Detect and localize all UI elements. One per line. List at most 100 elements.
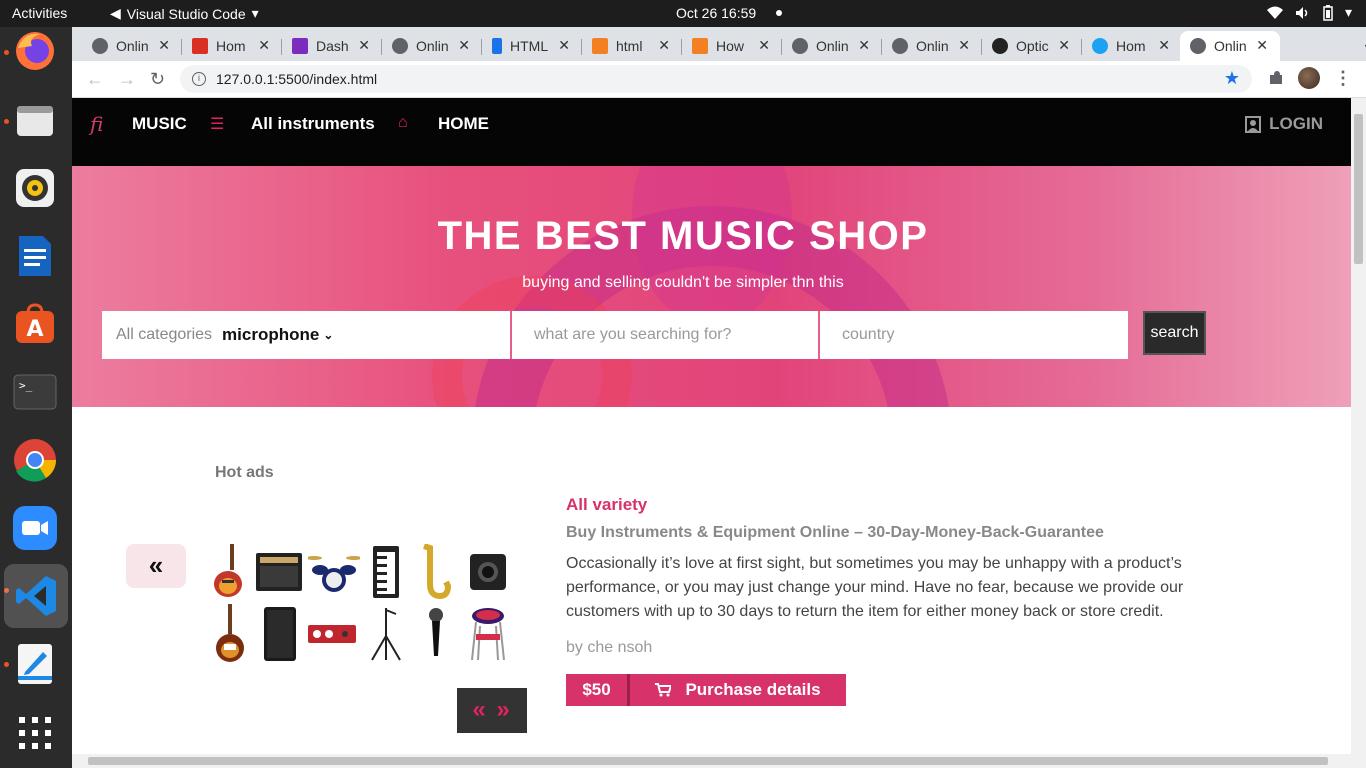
speaker-image bbox=[258, 606, 302, 662]
carousel-prev-button[interactable]: « bbox=[126, 544, 186, 588]
audio-interface-image bbox=[306, 606, 358, 662]
battery-icon bbox=[1323, 4, 1333, 21]
more-menu-icon[interactable]: ⋮ bbox=[1334, 68, 1352, 89]
scrollbar-thumb[interactable] bbox=[1354, 114, 1363, 264]
tab-title: Hom bbox=[1116, 38, 1146, 54]
close-tab-icon[interactable]: ✕ bbox=[958, 37, 970, 54]
close-tab-icon[interactable]: ✕ bbox=[1256, 37, 1268, 54]
forward-arrow-icon[interactable]: → bbox=[118, 69, 136, 90]
svg-text:>_: >_ bbox=[19, 379, 33, 392]
close-tab-icon[interactable]: ✕ bbox=[658, 37, 670, 54]
login-link[interactable]: LOGIN bbox=[1245, 114, 1323, 134]
browser-tab[interactable]: Optic ✕ bbox=[982, 31, 1082, 61]
tab-title: Onlin bbox=[1214, 38, 1247, 54]
country-input[interactable]: country bbox=[820, 311, 1128, 359]
app-grid-icon[interactable] bbox=[11, 709, 59, 757]
browser-tab[interactable]: Onlin ✕ bbox=[882, 31, 982, 61]
reload-icon[interactable]: ↻ bbox=[150, 69, 165, 90]
site-logo[interactable]: fi bbox=[90, 112, 103, 136]
zoom-icon[interactable] bbox=[11, 504, 59, 552]
close-tab-icon[interactable]: ✕ bbox=[558, 37, 570, 54]
profile-avatar[interactable] bbox=[1298, 67, 1320, 89]
home-icon: ⌂ bbox=[398, 114, 408, 131]
writer-icon[interactable] bbox=[11, 232, 59, 280]
browser-tab[interactable]: Hom ✕ bbox=[182, 31, 282, 61]
text-editor-icon[interactable] bbox=[11, 640, 59, 688]
browser-tab[interactable]: Onlin ✕ bbox=[782, 31, 882, 61]
globe-icon bbox=[1190, 38, 1206, 54]
tab-title: Dash bbox=[316, 38, 349, 54]
close-tab-icon[interactable]: ✕ bbox=[158, 37, 170, 54]
app-menu[interactable]: ◀ Visual Studio Code ▾ bbox=[110, 5, 259, 22]
vscode-icon[interactable] bbox=[4, 564, 68, 628]
site-navbar: fi MUSIC ☰ All instruments ⌂ HOME LOGIN bbox=[72, 98, 1351, 166]
rhythmbox-icon[interactable] bbox=[11, 164, 59, 212]
address-bar[interactable]: i 127.0.0.1:5500/index.html ★ bbox=[180, 65, 1252, 93]
nav-instruments-link[interactable]: All instruments bbox=[251, 114, 375, 134]
close-tab-icon[interactable]: ✕ bbox=[258, 37, 270, 54]
hero-banner: THE BEST MUSIC SHOP buying and selling c… bbox=[72, 166, 1351, 407]
terminal-icon[interactable]: >_ bbox=[11, 368, 59, 416]
power-menu-chevron-icon: ▾ bbox=[1344, 4, 1352, 20]
browser-tab[interactable]: HTML ✕ bbox=[482, 31, 582, 61]
amplifier-image bbox=[254, 544, 304, 600]
browser-tab-active[interactable]: Onlin ✕ bbox=[1180, 31, 1280, 61]
category-label: All categories bbox=[116, 326, 213, 343]
ad-details: All variety Buy Instruments & Equipment … bbox=[566, 495, 1206, 706]
close-tab-icon[interactable]: ✕ bbox=[1058, 37, 1070, 54]
vscode-small-icon: ◀ bbox=[110, 5, 121, 21]
ad-category-link[interactable]: All variety bbox=[566, 495, 1206, 515]
tab-title: Onlin bbox=[816, 38, 849, 54]
close-tab-icon[interactable]: ✕ bbox=[858, 37, 870, 54]
globe-icon bbox=[792, 38, 808, 54]
tab-title: HTML bbox=[510, 38, 549, 54]
purchase-bar[interactable]: $50 Purchase details bbox=[566, 674, 1206, 706]
horizontal-scrollbar[interactable] bbox=[72, 754, 1366, 768]
ad-headline: Buy Instruments & Equipment Online – 30-… bbox=[566, 524, 1104, 541]
svg-text:A: A bbox=[26, 317, 43, 342]
action-camera-image bbox=[466, 544, 510, 600]
toolbar-right: ⋮ bbox=[1268, 67, 1352, 89]
close-tab-icon[interactable]: ✕ bbox=[458, 37, 470, 54]
vertical-scrollbar[interactable] bbox=[1351, 98, 1366, 754]
info-icon[interactable]: i bbox=[192, 72, 206, 86]
bookmark-star-icon[interactable]: ★ bbox=[1224, 68, 1240, 89]
search-input[interactable]: what are you searching for? bbox=[512, 311, 820, 359]
software-icon[interactable]: A bbox=[11, 300, 59, 348]
category-select[interactable]: All categories microphone ⌄ bbox=[102, 311, 512, 359]
activities-button[interactable]: Activities bbox=[12, 5, 67, 21]
browser-tab[interactable]: Dash ✕ bbox=[282, 31, 382, 61]
search-button[interactable]: search bbox=[1143, 311, 1206, 355]
system-tray[interactable]: ▾ bbox=[1266, 4, 1352, 21]
files-icon[interactable] bbox=[11, 96, 59, 144]
purchase-details-button[interactable]: Purchase details bbox=[630, 674, 846, 706]
globe-icon bbox=[392, 38, 408, 54]
tab-title: Optic bbox=[1016, 38, 1049, 54]
carousel-pager-button[interactable]: « » bbox=[457, 688, 527, 733]
globe-icon bbox=[892, 38, 908, 54]
tab-title: Onlin bbox=[416, 38, 449, 54]
running-indicator bbox=[4, 119, 9, 124]
extensions-puzzle-icon[interactable] bbox=[1268, 70, 1284, 86]
browser-tab[interactable]: html ✕ bbox=[582, 31, 682, 61]
back-arrow-icon[interactable]: ← bbox=[86, 69, 104, 90]
gift-icon bbox=[192, 38, 208, 54]
firefox-icon[interactable] bbox=[11, 27, 59, 75]
close-tab-icon[interactable]: ✕ bbox=[358, 37, 370, 54]
chrome-icon[interactable] bbox=[11, 436, 59, 484]
ad-description: Occasionally it’s love at first sight, b… bbox=[566, 555, 1184, 620]
browser-tab[interactable]: Onlin ✕ bbox=[382, 31, 482, 61]
browser-tab[interactable]: How ✕ bbox=[682, 31, 782, 61]
microphone-image bbox=[414, 606, 458, 662]
browser-tab[interactable]: Onlin ✕ bbox=[82, 31, 182, 61]
tab-title: html bbox=[616, 38, 643, 54]
hero-subtitle: buying and selling couldn't be simpler t… bbox=[522, 274, 844, 291]
scrollbar-thumb[interactable] bbox=[88, 757, 1328, 765]
nav-music-link[interactable]: MUSIC bbox=[132, 114, 187, 134]
clock[interactable]: Oct 26 16:59 bbox=[676, 5, 756, 21]
close-tab-icon[interactable]: ✕ bbox=[758, 37, 770, 54]
close-tab-icon[interactable]: ✕ bbox=[1158, 37, 1170, 54]
browser-tab[interactable]: Hom ✕ bbox=[1082, 31, 1182, 61]
nav-home-link[interactable]: HOME bbox=[438, 114, 489, 134]
search-form: All categories microphone ⌄ what are you… bbox=[102, 311, 1206, 359]
